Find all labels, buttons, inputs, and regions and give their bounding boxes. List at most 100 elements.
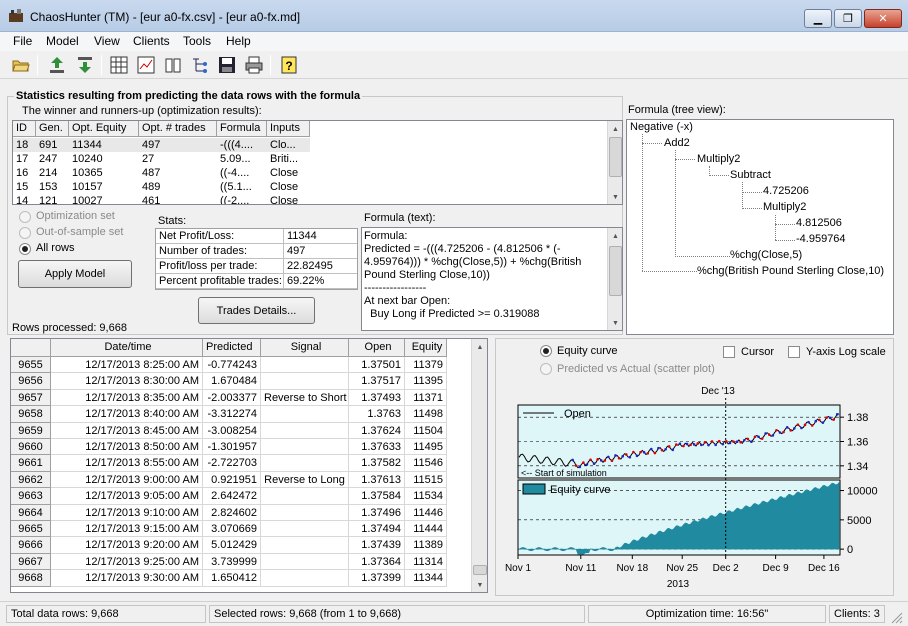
grid-cell[interactable]: 12/17/2013 9:25:00 AM	[51, 553, 203, 571]
grid-cell[interactable]: Reverse to Short	[261, 389, 349, 407]
column-header[interactable]: Opt. Equity	[69, 121, 139, 137]
grid-cell[interactable]: -1.301957	[203, 439, 261, 456]
scatter-plot-radio[interactable]	[540, 363, 552, 375]
column-header[interactable]: Inputs	[267, 121, 310, 137]
grid-cell[interactable]: 11504	[405, 422, 447, 439]
table-row[interactable]: 17 247 10240 27 5.09... Briti...	[13, 152, 310, 166]
grid-cell[interactable]: 5.012429	[203, 537, 261, 554]
grid-cell[interactable]: 11534	[405, 488, 447, 505]
row-header[interactable]: 9655	[11, 357, 51, 374]
tree-node[interactable]: Subtract	[730, 169, 771, 181]
grid-cell[interactable]	[261, 488, 349, 505]
equity-curve-radio[interactable]	[540, 345, 552, 357]
row-header[interactable]: 9668	[11, 570, 51, 587]
row-header[interactable]: 9667	[11, 553, 51, 571]
all-rows-radio[interactable]	[19, 243, 31, 255]
out-of-sample-radio[interactable]	[19, 227, 31, 239]
tree-node[interactable]: 4.812506	[796, 217, 842, 229]
grid-cell[interactable]: 11446	[405, 504, 447, 521]
grid-cell[interactable]: 1.650412	[203, 570, 261, 587]
grid-cell[interactable]: 1.37624	[349, 422, 405, 439]
grid-cell[interactable]: 12/17/2013 8:45:00 AM	[51, 422, 203, 439]
chart-button[interactable]	[135, 54, 157, 76]
grid-cell[interactable]	[261, 553, 349, 571]
grid-cell[interactable]: 12/17/2013 9:20:00 AM	[51, 537, 203, 554]
menu-tools[interactable]: Tools	[183, 34, 211, 48]
row-header[interactable]: 9664	[11, 504, 51, 521]
tree-node[interactable]: Multiply2	[697, 153, 740, 165]
grid-cell[interactable]: 0.921951	[203, 471, 261, 489]
grid-cell[interactable]	[261, 570, 349, 587]
table-row[interactable]: 18 691 11344 497 -(((4.... Clo...	[13, 138, 310, 152]
grid-cell[interactable]: 1.37582	[349, 455, 405, 472]
grid-cell[interactable]: 1.37364	[349, 553, 405, 571]
cursor-checkbox[interactable]	[723, 346, 735, 358]
scroll-thumb[interactable]	[609, 137, 622, 177]
grid-cell[interactable]: 11546	[405, 455, 447, 472]
row-header[interactable]: 9657	[11, 389, 51, 407]
formula-textarea[interactable]: Formula: Predicted = -(((4.725206 - (4.81…	[361, 227, 623, 331]
grid-cell[interactable]: 11314	[405, 553, 447, 571]
save-button[interactable]	[216, 54, 238, 76]
winners-scrollbar[interactable]: ▲ ▼	[607, 121, 622, 204]
optimization-set-radio[interactable]	[19, 211, 31, 223]
tree-node[interactable]: %chg(Close,5)	[730, 249, 802, 261]
grid-cell[interactable]: 1.37584	[349, 488, 405, 505]
grid-cell[interactable]	[261, 422, 349, 439]
grid-cell[interactable]: 1.670484	[203, 373, 261, 390]
ylog-checkbox[interactable]	[788, 346, 800, 358]
grid-cell[interactable]: 12/17/2013 8:40:00 AM	[51, 406, 203, 423]
grid-cell[interactable]: 2.824602	[203, 504, 261, 521]
row-header[interactable]: 9659	[11, 422, 51, 439]
grid-cell[interactable]	[261, 537, 349, 554]
menu-clients[interactable]: Clients	[133, 34, 170, 48]
grid-cell[interactable]: 11389	[405, 537, 447, 554]
column-header[interactable]: Signal	[261, 339, 349, 357]
menu-view[interactable]: View	[94, 34, 120, 48]
grid-cell[interactable]: 1.37633	[349, 439, 405, 456]
grid-cell[interactable]: 12/17/2013 8:50:00 AM	[51, 439, 203, 456]
grid-cell[interactable]: 1.37496	[349, 504, 405, 521]
scroll-down-icon[interactable]: ▼	[608, 189, 622, 204]
grid-cell[interactable]: 3.739999	[203, 553, 261, 571]
menu-file[interactable]: File	[13, 34, 32, 48]
formula-scrollbar[interactable]: ▲ ▼	[607, 228, 622, 330]
download-button[interactable]	[74, 54, 96, 76]
apply-model-button[interactable]: Apply Model	[18, 260, 132, 288]
grid-cell[interactable]: 3.070669	[203, 521, 261, 538]
tree-node[interactable]: Multiply2	[763, 201, 806, 213]
row-header[interactable]: 9661	[11, 455, 51, 472]
row-header[interactable]: 9662	[11, 471, 51, 489]
data-grid-scrollbar[interactable]: ▲ ▼	[471, 339, 487, 592]
grid-cell[interactable]: 1.37517	[349, 373, 405, 390]
open-folder-button[interactable]	[10, 54, 32, 76]
formula-tree-view[interactable]: Negative (-x) Add2 Multiply2 Subtract 4.…	[626, 119, 894, 335]
close-button[interactable]: ✕	[864, 9, 902, 28]
grid-cell[interactable]: 12/17/2013 9:05:00 AM	[51, 488, 203, 505]
grid-cell[interactable]	[261, 357, 349, 374]
scroll-thumb[interactable]	[609, 246, 622, 296]
row-header[interactable]: 9660	[11, 439, 51, 456]
grid-cell[interactable]: -3.008254	[203, 422, 261, 439]
tree-node[interactable]: 4.725206	[763, 185, 809, 197]
column-header[interactable]: Open	[349, 339, 405, 357]
grid-cell[interactable]: -0.774243	[203, 357, 261, 374]
print-button[interactable]	[243, 54, 265, 76]
grid-cell[interactable]: 12/17/2013 9:10:00 AM	[51, 504, 203, 521]
column-header[interactable]: ID	[13, 121, 36, 137]
grid-cell[interactable]: 11444	[405, 521, 447, 538]
row-header[interactable]: 9665	[11, 521, 51, 538]
row-header[interactable]: 9666	[11, 537, 51, 554]
grid-cell[interactable]: 1.37501	[349, 357, 405, 374]
grid-cell[interactable]	[261, 406, 349, 423]
column-header[interactable]: Equity	[405, 339, 447, 357]
scroll-up-icon[interactable]: ▲	[608, 228, 622, 244]
grid-cell[interactable]	[261, 504, 349, 521]
grid-cell[interactable]: 12/17/2013 9:15:00 AM	[51, 521, 203, 538]
grid-cell[interactable]: 11379	[405, 357, 447, 374]
grid-cell[interactable]	[261, 439, 349, 456]
grid-view-button[interactable]	[108, 54, 130, 76]
grid-cell[interactable]: 1.37439	[349, 537, 405, 554]
scroll-down-icon[interactable]: ▼	[608, 315, 622, 330]
restore-button[interactable]: ❐	[834, 9, 862, 28]
